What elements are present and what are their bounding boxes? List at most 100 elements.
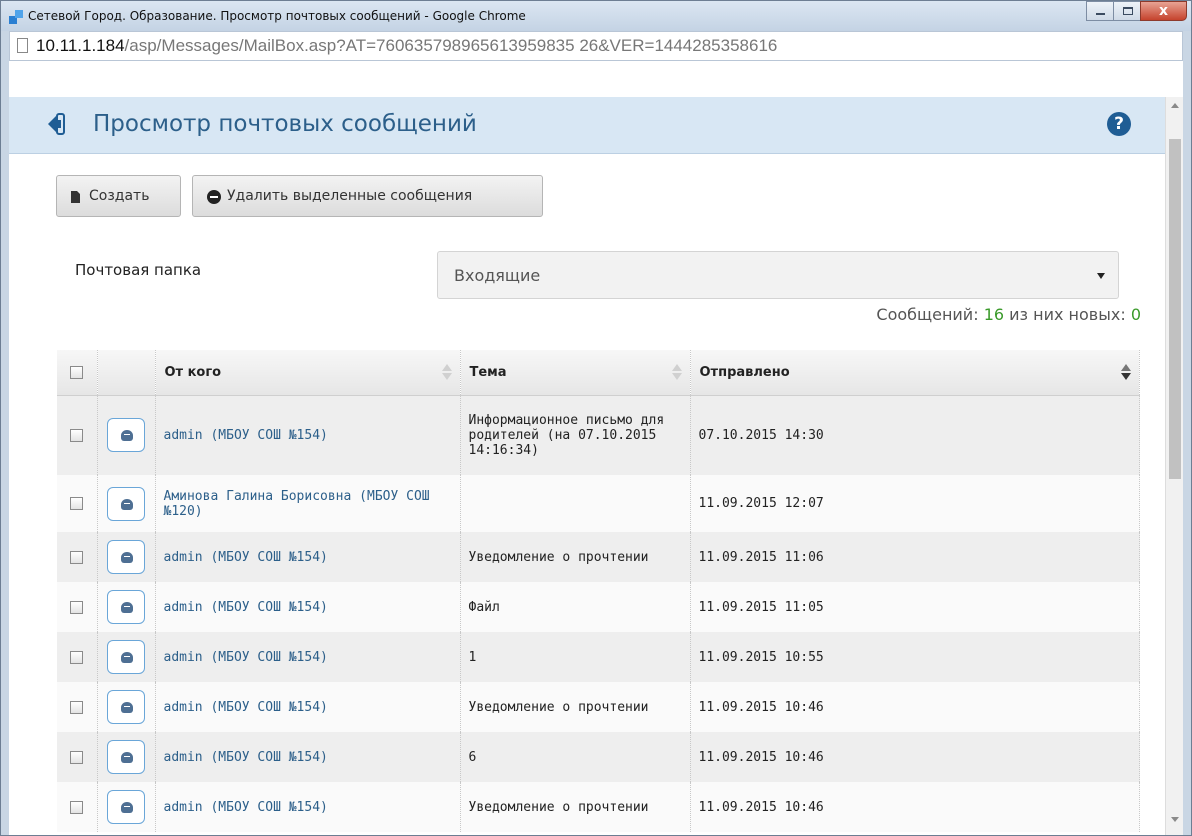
row-select-cell [57,782,98,832]
table-row[interactable]: admin (МБОУ СОШ №154) Уведомление о проч… [57,532,1140,582]
delete-selected-button[interactable]: Удалить выделенные сообщения [192,175,543,217]
message-sent: 11.09.2015 10:55 [690,632,1140,682]
maximize-button[interactable] [1113,1,1141,21]
message-from[interactable]: admin (МБОУ СОШ №154) [155,682,461,732]
row-icon-cell [97,782,156,832]
scroll-up-icon[interactable] [1171,103,1179,108]
close-button[interactable]: x [1140,1,1187,21]
row-checkbox[interactable] [70,600,84,614]
maximize-icon [1123,7,1133,15]
row-icon-cell [97,475,156,532]
column-header-sent-label: Отправлено [699,364,790,380]
minimize-button[interactable] [1086,1,1114,21]
table-row[interactable]: admin (МБОУ СОШ №154) Файл 11.09.2015 11… [57,582,1140,632]
open-message-button[interactable] [107,540,145,574]
row-icon-cell [97,532,156,582]
message-sent: 11.09.2015 10:46 [690,782,1140,832]
envelope-icon [121,652,133,663]
row-checkbox[interactable] [70,428,84,442]
title-bar[interactable]: Сетевой Город. Образование. Просмотр поч… [1,1,1191,31]
create-button[interactable]: Создать [56,175,181,217]
message-subject: Уведомление о прочтении [460,682,691,732]
envelope-icon [121,702,133,713]
message-sent: 11.09.2015 10:46 [690,732,1140,782]
message-from[interactable]: admin (МБОУ СОШ №154) [155,582,461,632]
row-icon-cell [97,582,156,632]
open-message-button[interactable] [107,640,145,674]
message-subject: Уведомление о прочтении [460,782,691,832]
row-checkbox[interactable] [70,750,84,764]
envelope-icon [121,602,133,613]
minimize-icon [1096,13,1105,15]
page-icon [17,38,28,53]
open-message-button[interactable] [107,690,145,724]
row-icon-cell [97,732,156,782]
sort-icon [441,364,452,380]
select-all-checkbox[interactable] [70,365,84,379]
column-header-from-label: От кого [164,364,222,380]
row-checkbox[interactable] [70,800,84,814]
table-row[interactable]: admin (МБОУ СОШ №154) Информационное пис… [57,395,1140,475]
open-message-button[interactable] [107,486,145,521]
browser-window: Сетевой Город. Образование. Просмотр поч… [0,0,1192,836]
messages-table: От кого Тема Отправлено admin (МБОУ СОШ … [57,350,1140,832]
column-header-from[interactable]: От кого [155,350,461,396]
open-message-button[interactable] [107,418,145,453]
message-sent: 11.09.2015 12:07 [690,475,1140,532]
select-all-cell [57,350,98,396]
column-header-sent[interactable]: Отправлено [690,350,1140,396]
scrollbar-thumb[interactable] [1169,139,1181,479]
row-select-cell [57,732,98,782]
address-bar[interactable]: 10.11.1.184/asp/Messages/MailBox.asp?AT=… [9,31,1183,61]
url-text[interactable]: 10.11.1.184/asp/Messages/MailBox.asp?AT=… [36,36,777,56]
scroll-down-icon[interactable] [1171,817,1179,822]
envelope-icon [121,802,133,813]
open-message-button[interactable] [107,790,145,824]
new-count: 0 [1130,305,1141,324]
vertical-scrollbar[interactable] [1165,97,1183,835]
row-select-cell [57,582,98,632]
help-icon[interactable]: ? [1107,112,1131,136]
new-label: из них новых: [1009,305,1126,324]
back-icon[interactable] [39,113,65,135]
message-from[interactable]: admin (МБОУ СОШ №154) [155,732,461,782]
table-row[interactable]: admin (МБОУ СОШ №154) Уведомление о проч… [57,782,1140,832]
page-title: Просмотр почтовых сообщений [93,111,477,137]
row-checkbox[interactable] [70,550,84,564]
message-from[interactable]: admin (МБОУ СОШ №154) [155,782,461,832]
page-viewport: Просмотр почтовых сообщений ? Создать Уд… [9,61,1183,835]
row-icon-cell [97,632,156,682]
open-message-button[interactable] [107,590,145,624]
row-checkbox[interactable] [70,700,84,714]
table-row[interactable]: admin (МБОУ СОШ №154) 6 11.09.2015 10:46 [57,732,1140,782]
table-row[interactable]: admin (МБОУ СОШ №154) Уведомление о проч… [57,682,1140,732]
message-from[interactable]: Аминова Галина Борисовна (МБОУ СОШ №120) [155,475,461,532]
message-from[interactable]: admin (МБОУ СОШ №154) [155,632,461,682]
table-row[interactable]: Аминова Галина Борисовна (МБОУ СОШ №120)… [57,475,1140,532]
message-from[interactable]: admin (МБОУ СОШ №154) [155,395,461,475]
open-message-button[interactable] [107,740,145,774]
create-button-label: Создать [89,188,150,204]
message-subject: 1 [460,632,691,682]
row-checkbox[interactable] [70,497,84,510]
envelope-icon [121,552,133,563]
message-from[interactable]: admin (МБОУ СОШ №154) [155,532,461,582]
folder-select-value: Входящие [454,266,541,285]
sort-icon [671,364,682,380]
close-icon: x [1158,3,1169,19]
message-sent: 07.10.2015 14:30 [690,395,1140,475]
url-path: /asp/Messages/MailBox.asp?AT=76063579896… [124,36,778,55]
folder-select[interactable]: Входящие [437,251,1119,299]
message-subject: Информационное письмо для родителей (на … [460,395,691,475]
delete-button-label: Удалить выделенные сообщения [227,188,473,204]
row-select-cell [57,682,98,732]
message-subject: Уведомление о прочтении [460,532,691,582]
envelope-icon [121,430,133,442]
column-header-subject[interactable]: Тема [460,350,691,396]
column-header-subject-label: Тема [469,364,507,380]
row-checkbox[interactable] [70,650,84,664]
app-icon [9,10,23,24]
table-row[interactable]: admin (МБОУ СОШ №154) 1 11.09.2015 10:55 [57,632,1140,682]
table-header-row: От кого Тема Отправлено [57,350,1140,396]
message-subject: 6 [460,732,691,782]
